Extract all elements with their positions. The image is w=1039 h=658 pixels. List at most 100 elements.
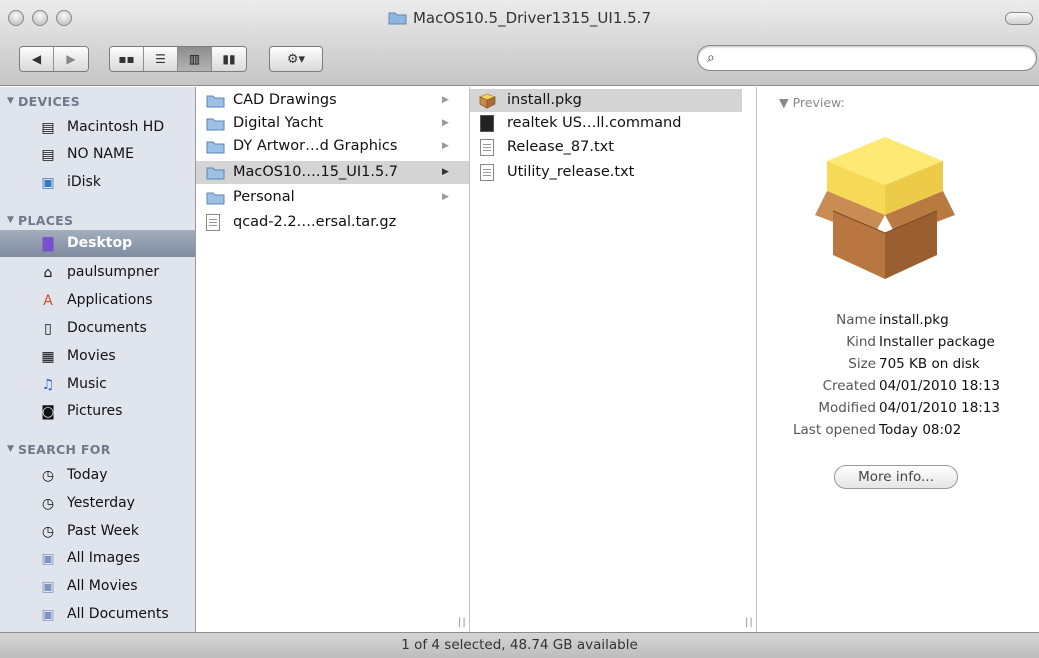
archive-file-icon <box>206 214 220 231</box>
disclosure-arrow-icon: ▶ <box>442 95 449 105</box>
text-file-icon <box>480 164 494 181</box>
back-arrow-icon: ◀ <box>31 52 42 66</box>
folder-icon <box>206 118 225 131</box>
info-row-modified: Modified 04/01/2010 18:13 <box>818 400 1001 416</box>
movies-icon: ▦ <box>41 349 55 365</box>
folder-icon <box>388 12 407 25</box>
search-field[interactable]: ⌕ <box>697 45 1037 71</box>
action-menu-button[interactable]: ⚙▾ <box>269 46 323 72</box>
list-item[interactable]: DY Artwor…d Graphics ▶ <box>196 135 469 158</box>
sidebar-item-past-week[interactable]: ◷ Past Week <box>0 518 195 545</box>
info-row-kind: Kind Installer package <box>846 334 995 350</box>
smart-folder-icon: ▣ <box>41 551 55 567</box>
back-button[interactable]: ◀ <box>20 47 54 71</box>
list-item[interactable]: Digital Yacht ▶ <box>196 112 469 135</box>
devices-header[interactable]: ▼ DEVICES <box>0 94 80 114</box>
disclosure-triangle-icon: ▼ <box>7 96 15 106</box>
column-resize-handle[interactable]: || <box>458 617 467 628</box>
status-bar: 1 of 4 selected, 48.74 GB available <box>0 632 1039 658</box>
sidebar-item-home[interactable]: ⌂ paulsumpner <box>0 259 195 286</box>
sidebar-item-pictures[interactable]: ◙ Pictures <box>0 398 195 425</box>
desktop-icon: ▇ <box>42 236 54 252</box>
sidebar: ▼ DEVICES ▤ Macintosh HD ▤ NO NAME ▣ iDisk ▼… <box>0 87 196 632</box>
music-icon: ♫ <box>41 377 55 393</box>
gear-icon: ⚙▾ <box>286 51 306 67</box>
disclosure-arrow-icon: ▶ <box>442 167 449 177</box>
list-item[interactable]: qcad-2.2….ersal.tar.gz <box>196 211 469 234</box>
list-item[interactable]: Personal ▶ <box>196 186 469 209</box>
home-icon: ⌂ <box>43 265 53 281</box>
list-item[interactable]: Release_87.txt <box>470 136 742 159</box>
harddisk-icon: ▤ <box>41 147 55 163</box>
list-item[interactable]: realtek US…ll.command <box>470 112 742 135</box>
list-view-button[interactable]: ☰ <box>144 47 178 71</box>
folder-icon <box>206 141 225 154</box>
applications-icon: A <box>43 293 53 309</box>
harddisk-icon: ▤ <box>41 120 55 136</box>
toolbar: MacOS10.5_Driver1315_UI1.5.7 ◀ ▶ ▪▪ ☰ ▥ … <box>0 0 1039 86</box>
search-for-header[interactable]: ▼ SEARCH FOR <box>0 442 111 462</box>
sidebar-item-all-documents[interactable]: ▣ All Documents <box>0 601 195 628</box>
text-file-icon <box>480 139 494 156</box>
sidebar-item-yesterday[interactable]: ◷ Yesterday <box>0 490 195 517</box>
idisk-icon: ▣ <box>41 175 55 191</box>
disclosure-arrow-icon: ▶ <box>442 192 449 202</box>
icon-view-icon: ▪▪ <box>118 52 135 66</box>
nav-segment: ◀ ▶ <box>19 46 89 72</box>
sidebar-item-today[interactable]: ◷ Today <box>0 462 195 489</box>
list-item-selected[interactable]: install.pkg <box>470 89 742 112</box>
coverflow-view-icon: ▮▮ <box>222 52 236 66</box>
list-item[interactable]: CAD Drawings ▶ <box>196 89 469 112</box>
disclosure-arrow-icon: ▶ <box>442 141 449 151</box>
folder-icon <box>206 192 225 205</box>
search-icon: ⌕ <box>707 50 715 66</box>
column-resize-handle[interactable]: || <box>745 617 754 628</box>
sidebar-item-movies[interactable]: ▦ Movies <box>0 343 195 370</box>
disclosure-arrow-icon: ▶ <box>442 118 449 128</box>
column-desktop[interactable]: CAD Drawings ▶ Digital Yacht ▶ DY Artwor…d… <box>196 87 470 632</box>
pictures-icon: ◙ <box>41 404 55 420</box>
forward-button[interactable]: ▶ <box>54 47 88 71</box>
smart-folder-icon: ▣ <box>41 607 55 623</box>
sidebar-item-all-images[interactable]: ▣ All Images <box>0 545 195 572</box>
coverflow-view-button[interactable]: ▮▮ <box>212 47 246 71</box>
file-info: Name install.pkg Kind Installer package Si… <box>757 312 1039 444</box>
documents-icon: ▯ <box>44 321 52 337</box>
sidebar-item-idisk[interactable]: ▣ iDisk <box>0 169 195 196</box>
list-item-selected[interactable]: MacOS10….15_UI1.5.7 ▶ <box>196 161 469 184</box>
clock-icon: ◷ <box>41 524 55 540</box>
toolbar-toggle-button[interactable] <box>1005 12 1033 25</box>
window-title: MacOS10.5_Driver1315_UI1.5.7 <box>0 9 1039 27</box>
sidebar-item-desktop[interactable]: ▇ Desktop <box>0 230 195 257</box>
terminal-icon <box>480 115 494 132</box>
smart-folder-icon: ▣ <box>41 579 55 595</box>
sidebar-item-no-name[interactable]: ▤ NO NAME <box>0 141 195 168</box>
sidebar-item-applications[interactable]: A Applications <box>0 287 195 314</box>
info-row-size: Size 705 KB on disk <box>848 356 980 372</box>
clock-icon: ◷ <box>41 468 55 484</box>
sidebar-item-macintosh-hd[interactable]: ▤ Macintosh HD <box>0 114 195 141</box>
info-row-last-opened: Last opened Today 08:02 <box>793 422 962 438</box>
disclosure-triangle-icon: ▼ <box>7 215 15 225</box>
icon-view-button[interactable]: ▪▪ <box>110 47 144 71</box>
window-title-text: MacOS10.5_Driver1315_UI1.5.7 <box>412 9 651 27</box>
folder-icon <box>206 167 225 180</box>
column-driver-folder[interactable]: install.pkg realtek US…ll.command Releas… <box>470 87 757 632</box>
more-info-button[interactable]: More info... <box>834 465 958 489</box>
clock-icon: ◷ <box>41 496 55 512</box>
package-preview-icon <box>815 137 955 279</box>
column-view-button[interactable]: ▥ <box>178 47 212 71</box>
list-item[interactable]: Utility_release.txt <box>470 161 742 184</box>
sidebar-item-all-movies[interactable]: ▣ All Movies <box>0 573 195 600</box>
finder-window: MacOS10.5_Driver1315_UI1.5.7 ◀ ▶ ▪▪ ☰ ▥ … <box>0 0 1039 658</box>
info-row-name: Name install.pkg <box>836 312 949 328</box>
forward-arrow-icon: ▶ <box>66 52 76 66</box>
sidebar-item-documents[interactable]: ▯ Documents <box>0 315 195 342</box>
view-mode-segment: ▪▪ ☰ ▥ ▮▮ <box>109 46 247 72</box>
disclosure-triangle-icon: ▼ <box>7 444 15 454</box>
package-icon <box>479 93 496 109</box>
column-view-icon: ▥ <box>188 52 201 66</box>
info-row-created: Created 04/01/2010 18:13 <box>822 378 1001 394</box>
sidebar-item-music[interactable]: ♫ Music <box>0 371 195 398</box>
preview-header[interactable]: ▼ Preview: <box>779 95 845 110</box>
